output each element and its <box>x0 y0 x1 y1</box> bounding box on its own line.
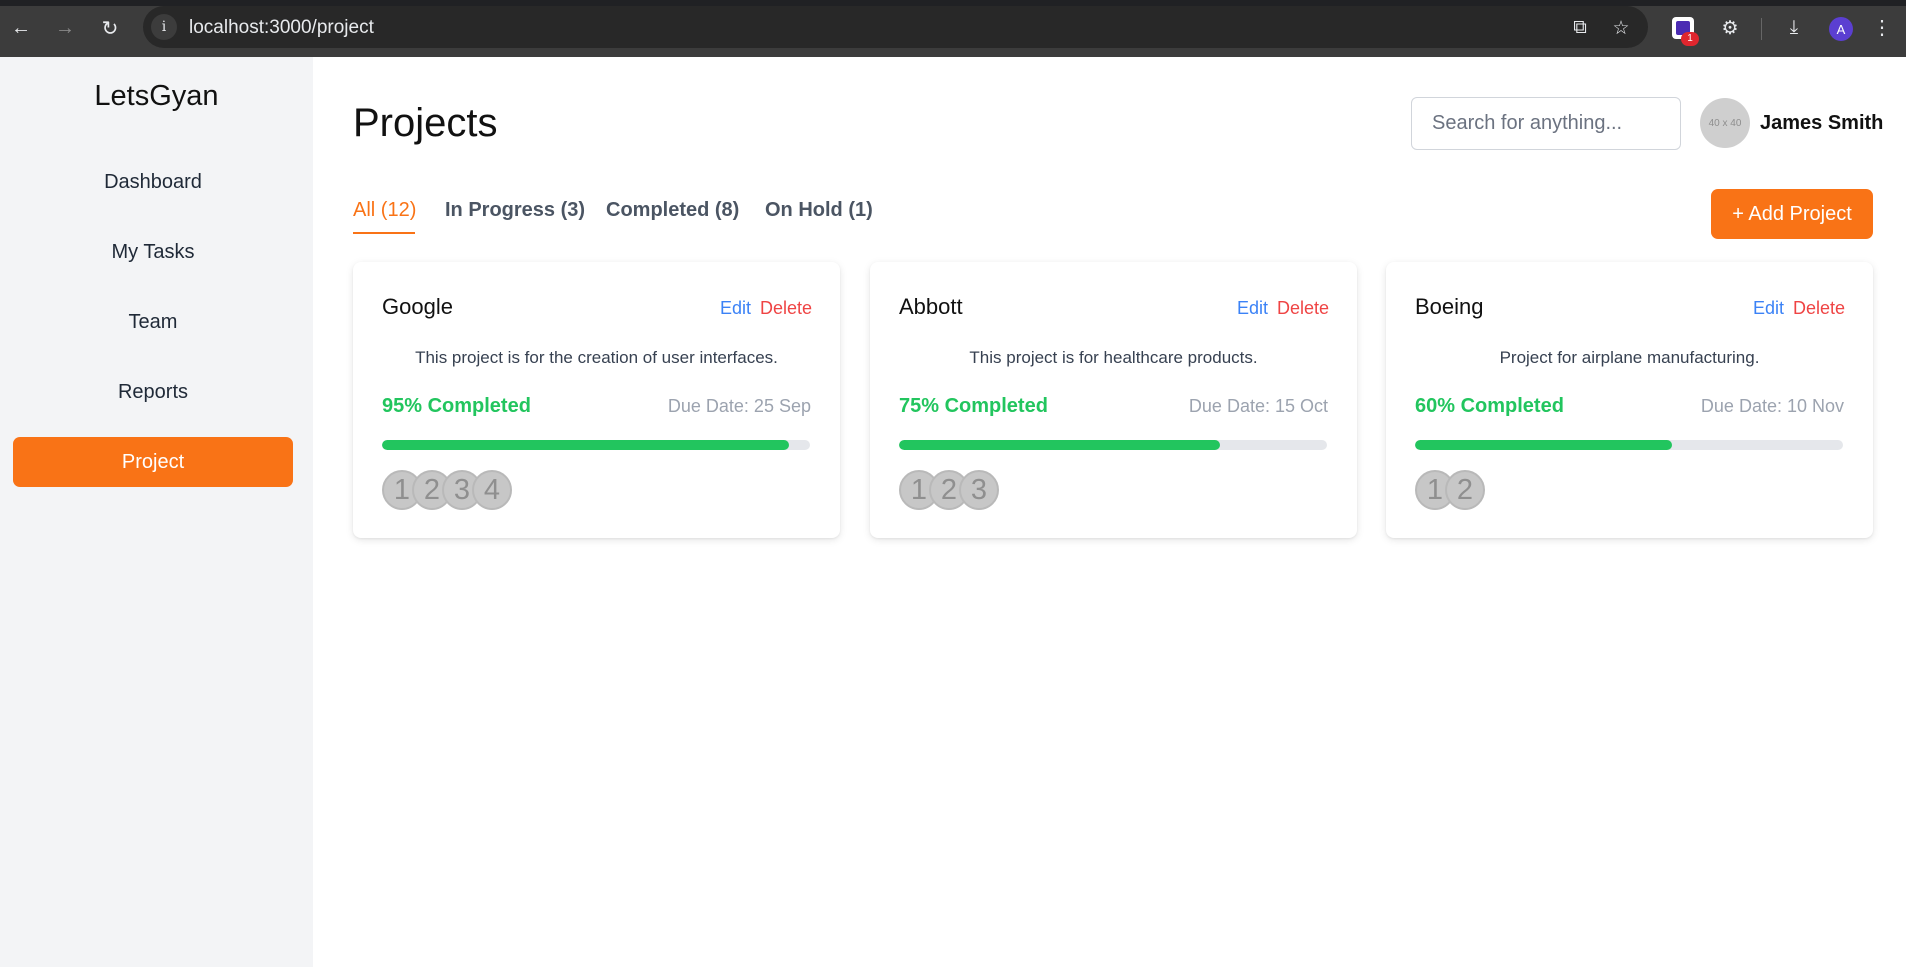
project-card-abbott: Abbott Edit Delete This project is for h… <box>870 262 1357 538</box>
delete-link[interactable]: Delete <box>1793 298 1845 319</box>
edit-link[interactable]: Edit <box>720 298 751 319</box>
delete-link[interactable]: Delete <box>760 298 812 319</box>
back-arrow-icon[interactable]: ← <box>7 14 35 42</box>
sidebar-item-project[interactable]: Project <box>13 437 293 487</box>
member-avatar[interactable]: 4 <box>472 470 512 510</box>
extension-badge: 1 <box>1681 32 1699 46</box>
sidebar-item-team[interactable]: Team <box>13 297 293 347</box>
tab-completed[interactable]: Completed (8) <box>606 199 739 222</box>
tab-all[interactable]: All (12) <box>353 199 416 222</box>
due-date: Due Date: 25 Sep <box>667 396 811 416</box>
brand-logo[interactable]: LetsGyan <box>0 80 313 113</box>
reload-icon[interactable]: ↻ <box>96 14 124 42</box>
address-bar[interactable]: i localhost:3000/project ⧉ ☆ <box>143 6 1648 48</box>
progress-fill <box>899 440 1220 450</box>
project-name: Boeing <box>1415 294 1484 319</box>
browser-toolbar: ← → ↻ i localhost:3000/project ⧉ ☆ 1 ⚙ ⤓… <box>0 0 1906 57</box>
page-title: Projects <box>353 101 498 145</box>
toolbar-divider <box>1761 18 1762 40</box>
completion-label: 95% Completed <box>382 395 531 417</box>
completion-label: 60% Completed <box>1415 395 1564 417</box>
project-card-boeing: Boeing Edit Delete Project for airplane … <box>1386 262 1873 538</box>
completion-label: 75% Completed <box>899 395 1048 417</box>
profile-avatar[interactable]: A <box>1829 17 1853 41</box>
progress-fill <box>382 440 789 450</box>
install-app-icon[interactable]: ⧉ <box>1567 15 1593 41</box>
bookmark-star-icon[interactable]: ☆ <box>1608 15 1634 41</box>
tab-in-progress[interactable]: In Progress (3) <box>445 199 585 222</box>
progress-bar <box>899 440 1327 450</box>
sidebar: LetsGyan Dashboard My Tasks Team Reports… <box>0 57 313 967</box>
progress-bar <box>1415 440 1843 450</box>
site-info-icon[interactable]: i <box>151 14 177 40</box>
download-icon[interactable]: ⤓ <box>1780 14 1808 42</box>
member-avatar[interactable]: 2 <box>1445 470 1485 510</box>
add-project-button[interactable]: + Add Project <box>1711 189 1873 239</box>
sidebar-item-dashboard[interactable]: Dashboard <box>13 157 293 207</box>
due-date: Due Date: 10 Nov <box>1700 396 1844 416</box>
sidebar-item-my-tasks[interactable]: My Tasks <box>13 227 293 277</box>
progress-fill <box>1415 440 1672 450</box>
project-description: This project is for the creation of user… <box>415 348 778 367</box>
due-date: Due Date: 15 Oct <box>1188 396 1328 416</box>
project-card-google: Google Edit Delete This project is for t… <box>353 262 840 538</box>
more-menu-icon[interactable]: ⋮ <box>1872 15 1892 40</box>
forward-arrow-icon[interactable]: → <box>51 14 79 42</box>
edit-link[interactable]: Edit <box>1237 298 1268 319</box>
edit-link[interactable]: Edit <box>1753 298 1784 319</box>
active-tab-indicator <box>353 232 415 234</box>
delete-link[interactable]: Delete <box>1277 298 1329 319</box>
puzzle-extensions-icon[interactable]: ⚙ <box>1716 14 1744 42</box>
progress-bar <box>382 440 810 450</box>
member-avatar[interactable]: 3 <box>959 470 999 510</box>
project-description: This project is for healthcare products. <box>969 348 1258 367</box>
project-description: Project for airplane manufacturing. <box>1499 348 1760 367</box>
user-name[interactable]: James Smith <box>1760 112 1883 135</box>
address-url[interactable]: localhost:3000/project <box>189 17 374 39</box>
search-input[interactable] <box>1411 97 1681 150</box>
user-avatar[interactable]: 40 x 40 <box>1700 98 1750 148</box>
project-name: Google <box>382 294 453 319</box>
project-name: Abbott <box>899 294 963 319</box>
sidebar-item-reports[interactable]: Reports <box>13 367 293 417</box>
tab-on-hold[interactable]: On Hold (1) <box>765 199 873 222</box>
